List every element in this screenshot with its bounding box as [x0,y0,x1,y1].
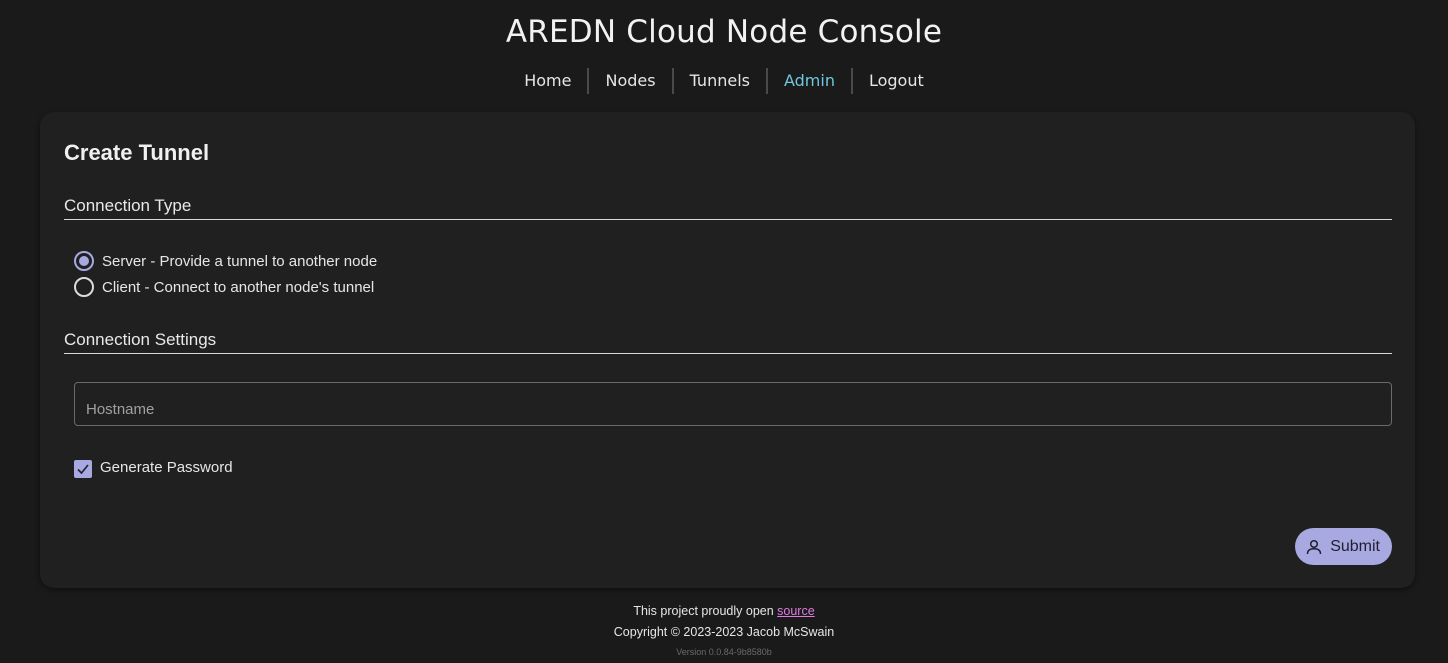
source-link[interactable]: source [777,604,815,618]
radio-client-label: Client - Connect to another node's tunne… [102,278,375,296]
radio-server-indicator[interactable] [74,251,94,271]
footer-version: Version 0.0.84-9b8580b [676,647,772,657]
submit-label: Submit [1330,537,1380,555]
card-title: Create Tunnel [64,140,210,165]
footer-copyright: Copyright © 2023-2023 Jacob McSwain [613,625,835,639]
nav-item-logout[interactable]: Logout [853,68,940,94]
hostname-input[interactable] [86,401,1376,418]
check-icon [77,464,89,475]
footer-open-source-text: This project proudly open [633,604,774,618]
radio-server[interactable]: Server - Provide a tunnel to another nod… [74,251,377,271]
connection-type-heading: Connection Type [64,196,1392,220]
radio-server-label: Server - Provide a tunnel to another nod… [102,252,378,270]
radio-client[interactable]: Client - Connect to another node's tunne… [74,277,374,297]
nav-item-tunnels[interactable]: Tunnels [674,68,768,94]
nav-item-home[interactable]: Home [508,68,590,94]
nav-item-nodes[interactable]: Nodes [589,68,674,94]
hostname-field[interactable] [74,382,1392,426]
create-tunnel-card: Create Tunnel Connection Type Server - P… [40,112,1415,588]
main-nav: Home Nodes Tunnels Admin Logout [0,68,1448,94]
user-icon [1306,539,1322,554]
submit-button[interactable]: Submit [1295,528,1392,565]
footer-open-source: This project proudly open source [0,604,1448,618]
nav-item-admin[interactable]: Admin [768,68,853,94]
generate-password-checkbox-row[interactable]: Generate Password [74,456,233,478]
generate-password-checkbox[interactable] [74,460,92,478]
generate-password-label: Generate Password [100,458,233,476]
radio-client-indicator[interactable] [74,277,94,297]
app-title: AREDN Cloud Node Console [505,14,943,50]
connection-settings-heading: Connection Settings [64,330,1392,354]
